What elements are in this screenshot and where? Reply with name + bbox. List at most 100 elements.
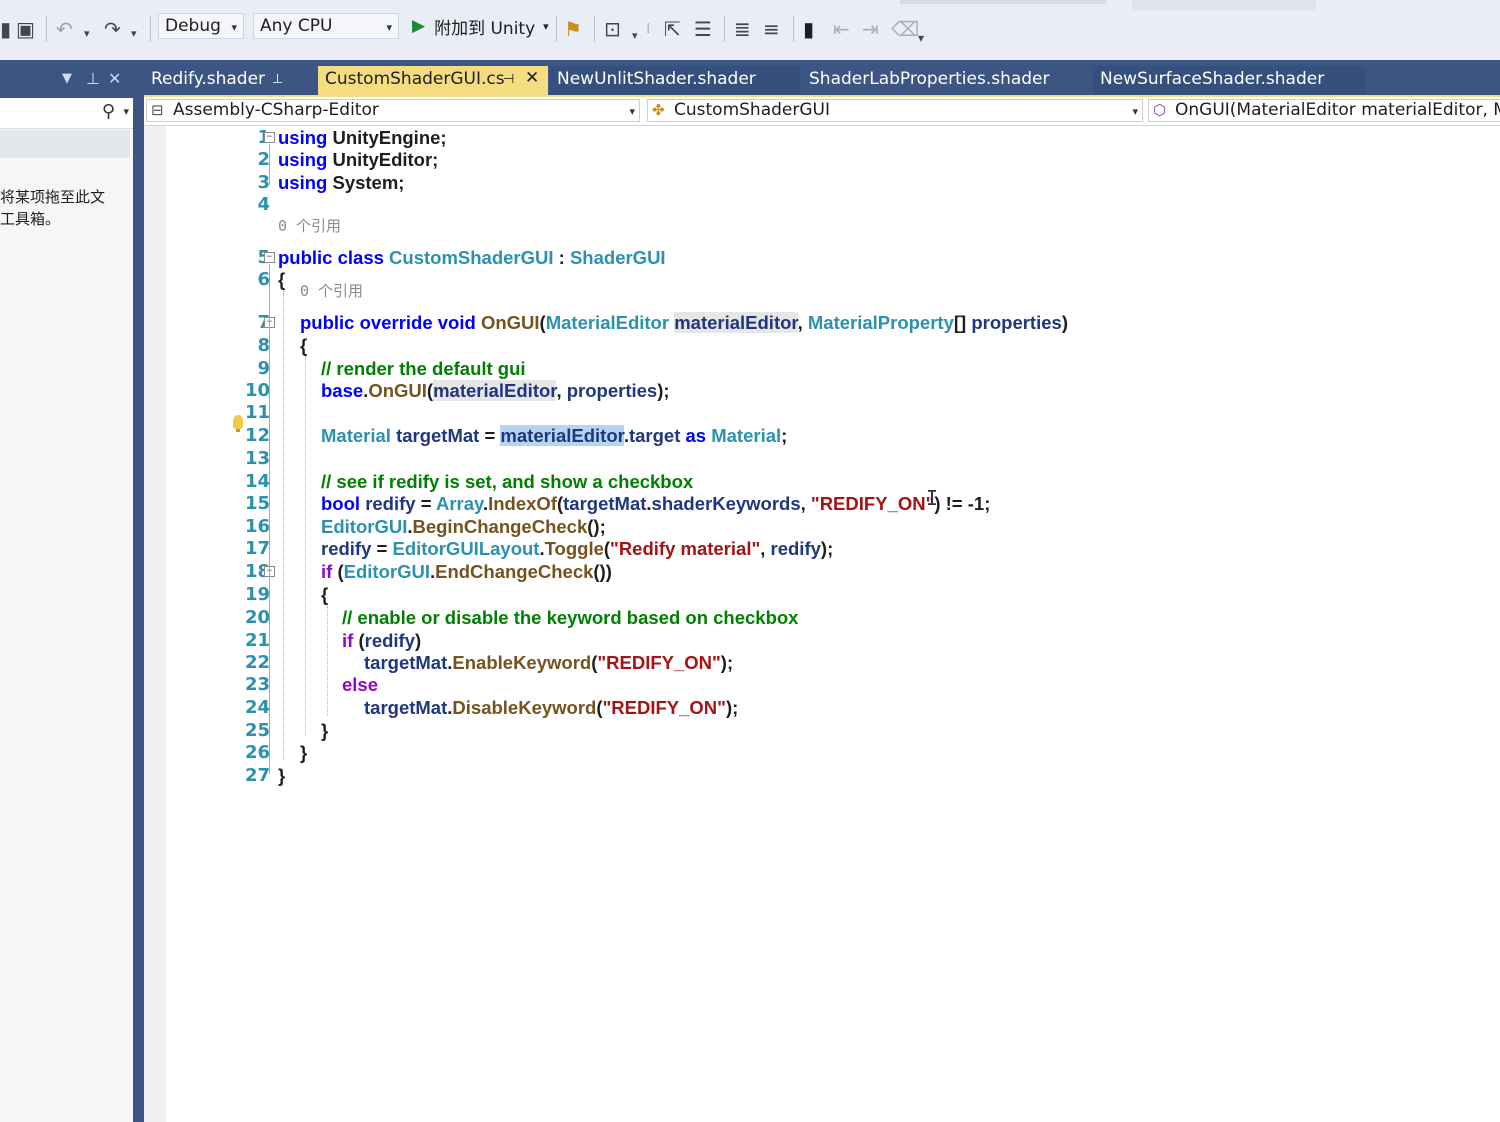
code-line[interactable]: Material targetMat = materialEditor.targ…: [321, 425, 787, 447]
toolbox-search[interactable]: ⚲ ▾: [0, 98, 133, 129]
code-token: OnGUI: [480, 312, 540, 333]
code-token: }: [321, 720, 329, 741]
code-line[interactable]: using UnityEditor;: [278, 149, 438, 171]
step-icon[interactable]: ☰: [694, 17, 712, 41]
code-token: );: [725, 697, 739, 718]
configuration-dropdown[interactable]: Debug ▾: [158, 13, 244, 39]
code-line[interactable]: // enable or disable the keyword based o…: [342, 607, 798, 629]
redo-icon[interactable]: ↷: [104, 17, 121, 41]
code-line[interactable]: {: [300, 335, 307, 357]
undo-dropdown-icon[interactable]: ▾: [84, 22, 90, 46]
platform-dropdown[interactable]: Any CPU ▾: [253, 13, 399, 39]
undo-icon[interactable]: ↶: [56, 17, 73, 41]
browser-link-icon[interactable]: ⊡: [604, 17, 621, 41]
reference-count-lens[interactable]: 0 个引用: [300, 282, 363, 300]
type-dropdown[interactable]: ✤ CustomShaderGUI ▾: [647, 99, 1143, 122]
code-line[interactable]: if (EditorGUI.EndChangeCheck()): [321, 561, 612, 583]
chevron-down-icon[interactable]: ▼: [62, 71, 72, 86]
tab-customshadergui-cs[interactable]: CustomShaderGUI.cs ⊣ ✕: [318, 66, 548, 95]
code-line[interactable]: targetMat.DisableKeyword("REDIFY_ON");: [364, 697, 738, 719]
next-bookmark-icon[interactable]: ⇥: [862, 17, 879, 41]
tab-newunlitshader-shader[interactable]: NewUnlitShader.shader: [550, 66, 800, 95]
code-line[interactable]: {: [321, 584, 328, 606]
code-line[interactable]: if (redify): [342, 630, 421, 652]
attach-to-unity-button[interactable]: ▶ 附加到 Unity ▾: [412, 13, 552, 39]
chevron-down-icon[interactable]: ▾: [123, 105, 129, 118]
code-line[interactable]: // see if redify is set, and show a chec…: [321, 471, 693, 493]
lightbulb-icon[interactable]: [233, 415, 243, 432]
toolbar-separator: [150, 16, 151, 42]
code-token: targetMat: [364, 697, 448, 718]
code-line[interactable]: // render the default gui: [321, 358, 526, 380]
bookmark-icon[interactable]: ▮: [803, 17, 814, 41]
code-line[interactable]: }: [321, 720, 328, 742]
code-line[interactable]: else: [342, 674, 378, 696]
toolbar-overflow-icon[interactable]: ▾: [918, 26, 924, 50]
debug-target-icon[interactable]: ⚑: [564, 17, 582, 41]
editor-margin: [144, 126, 166, 1122]
line-number: 16: [244, 516, 270, 537]
collapse-region-icon[interactable]: −: [264, 252, 275, 263]
code-line[interactable]: targetMat.EnableKeyword("REDIFY_ON");: [364, 652, 733, 674]
pin-icon[interactable]: ⊥: [272, 66, 283, 93]
code-token: public class: [278, 247, 384, 268]
member-dropdown[interactable]: ⬡ OnGUI(MaterialEditor materialEditor, M…: [1148, 99, 1500, 122]
save-all-icon[interactable]: ▣: [16, 17, 35, 41]
previous-bookmark-icon[interactable]: ⇤: [833, 17, 850, 41]
code-line[interactable]: public class CustomShaderGUI : ShaderGUI: [278, 247, 666, 269]
navigation-bar: ⊟ Assembly-CSharp-Editor ▾ ✤ CustomShade…: [144, 97, 1500, 126]
code-token: using: [278, 172, 328, 193]
panel-splitter[interactable]: [133, 60, 144, 1122]
close-icon[interactable]: ✕: [525, 66, 539, 92]
line-number: 6: [257, 269, 270, 290]
toolbar-separator: [724, 16, 725, 42]
redo-dropdown-icon[interactable]: ▾: [131, 22, 137, 46]
reference-count-lens[interactable]: 0 个引用: [278, 217, 341, 235]
pin-icon[interactable]: ⊣: [503, 66, 514, 93]
pin-icon[interactable]: ⊥: [86, 69, 100, 88]
tab-newsurfaceshader-shader[interactable]: NewSurfaceShader.shader: [1093, 66, 1365, 95]
tab-label: ShaderLabProperties.shader: [809, 69, 1050, 89]
code-token: as: [685, 425, 707, 446]
code-line[interactable]: using UnityEngine;: [278, 127, 447, 149]
uncomment-icon[interactable]: ≡: [763, 17, 780, 41]
code-token: ): [1061, 312, 1068, 333]
browser-dropdown-icon[interactable]: ▾: [632, 24, 638, 48]
close-icon[interactable]: ✕: [108, 69, 121, 88]
toolbox-title-bar: ▼ ⊥ ✕: [0, 60, 133, 98]
code-token: else: [342, 674, 379, 695]
code-token: =: [479, 425, 501, 446]
code-token: "REDIFY_ON": [597, 652, 721, 673]
code-line[interactable]: public override void OnGUI(MaterialEdito…: [300, 312, 1068, 334]
tab-shaderlabproperties-shader[interactable]: ShaderLabProperties.shader: [802, 66, 1090, 95]
collapse-region-icon[interactable]: −: [264, 132, 275, 143]
code-line[interactable]: using System;: [278, 172, 404, 194]
line-number: 7: [188, 312, 270, 334]
code-token: UnityEngine;: [327, 127, 447, 148]
tab-redify-shader[interactable]: Redify.shader ⊥: [144, 66, 314, 95]
project-dropdown[interactable]: ⊟ Assembly-CSharp-Editor ▾: [146, 99, 640, 122]
toolbar-separator: [46, 16, 47, 42]
code-line[interactable]: bool redify = Array.IndexOf(targetMat.sh…: [321, 493, 990, 515]
clear-bookmarks-icon[interactable]: ⌫: [891, 17, 919, 41]
code-line[interactable]: {: [278, 269, 285, 291]
code-token: ): [415, 630, 422, 651]
code-token: {: [278, 269, 286, 290]
chevron-down-icon: ▾: [1132, 105, 1138, 118]
code-token: // enable or disable the keyword based o…: [342, 607, 799, 628]
text-cursor-icon: I: [926, 486, 939, 510]
top-menu-strip-right: [1132, 0, 1316, 10]
code-line[interactable]: base.OnGUI(materialEditor, properties);: [321, 380, 670, 402]
comment-icon[interactable]: ≣: [734, 17, 751, 41]
code-token: properties: [971, 312, 1062, 333]
hot-reload-icon[interactable]: ⇱: [664, 17, 681, 41]
save-icon[interactable]: ▮: [0, 17, 11, 41]
attach-label: 附加到 Unity: [434, 18, 536, 39]
code-line[interactable]: redify = EditorGUILayout.Toggle("Redify …: [321, 538, 833, 560]
code-token: Array: [435, 493, 483, 514]
code-editor[interactable]: 1234567891011121314151617181920212223242…: [144, 126, 1500, 1122]
search-icon[interactable]: ⚲: [102, 101, 115, 122]
code-line[interactable]: }: [300, 742, 307, 764]
code-line[interactable]: }: [278, 765, 285, 787]
code-line[interactable]: EditorGUI.BeginChangeCheck();: [321, 516, 606, 538]
